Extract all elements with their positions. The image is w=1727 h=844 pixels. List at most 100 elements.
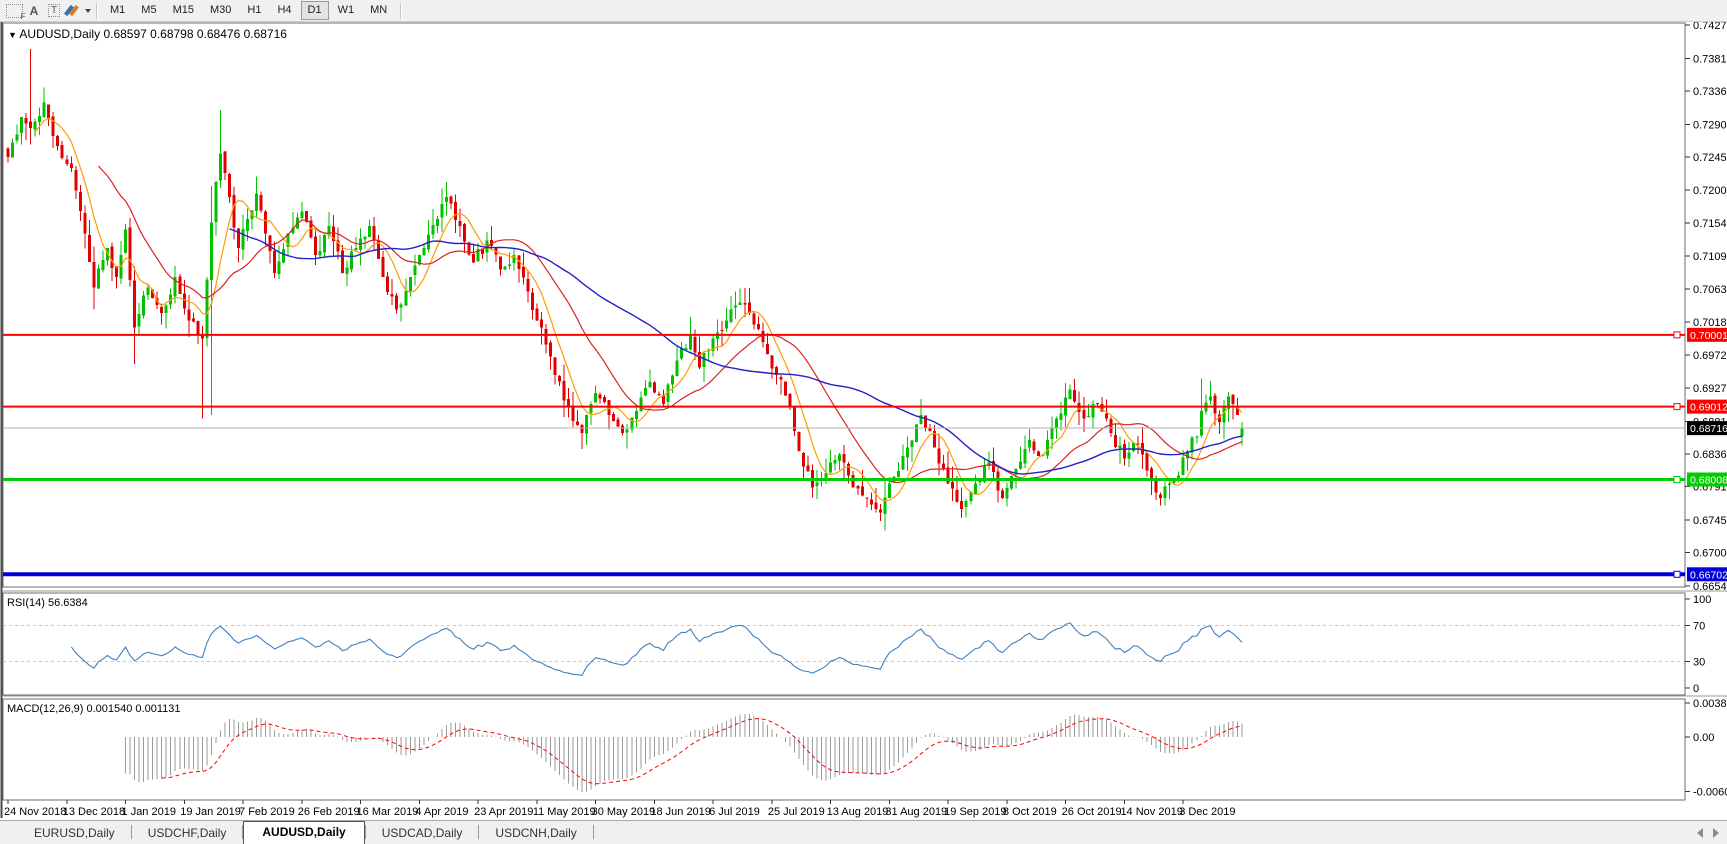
candle-body <box>1199 411 1203 436</box>
date-tick-label: 25 Jul 2019 <box>768 806 825 818</box>
candle-body <box>11 142 15 158</box>
candle-body <box>128 227 132 280</box>
candle-body <box>670 375 674 385</box>
scroll-left-icon[interactable] <box>1697 828 1703 838</box>
tab-usdcnh[interactable]: USDCNH,Daily <box>479 823 592 844</box>
candle-body <box>503 266 507 270</box>
candle-body <box>847 464 851 476</box>
hline-handle[interactable] <box>1673 475 1681 483</box>
candle-body <box>92 261 96 288</box>
macd-axis[interactable]: 0.003804 0.00 -0.006087 <box>1685 698 1727 798</box>
candle-body <box>463 223 467 242</box>
date-tick-label: 19 Jan 2019 <box>180 806 241 818</box>
candle-body <box>657 394 661 396</box>
chart-svg[interactable]: 0.74270 0.73810 0.73360 0.72900 0.72450 0.720… <box>0 22 1727 820</box>
candle-body <box>829 462 833 473</box>
candle-body <box>313 236 317 256</box>
candle-body <box>616 419 620 427</box>
candle-body <box>792 407 796 431</box>
date-axis[interactable]: 24 Nov 201813 Dec 20181 Jan 2019 19 Jan 2… <box>4 800 1235 818</box>
panel-frames <box>0 22 1727 818</box>
letter-t-icon: T <box>47 4 61 17</box>
candle-body <box>56 135 60 147</box>
candle-body <box>1009 475 1013 489</box>
candle-body <box>779 376 783 380</box>
candle-body <box>960 501 964 510</box>
timeframe-button-w1[interactable]: W1 <box>331 1 362 20</box>
hline-handle[interactable] <box>1673 331 1681 339</box>
candle-body <box>783 381 787 396</box>
timeframe-button-h4[interactable]: H4 <box>270 1 298 20</box>
price-badge: 0.68008 <box>1687 472 1727 487</box>
tab-scroll-arrows <box>1697 828 1719 838</box>
candle-body <box>431 224 435 235</box>
macd-tick-label: -0.006087 <box>1693 786 1727 798</box>
candle-body <box>969 492 973 502</box>
date-tick-label: 11 May 2019 <box>533 806 596 818</box>
candle-body <box>15 134 19 141</box>
scroll-right-icon[interactable] <box>1713 828 1719 838</box>
timeframe-button-m15[interactable]: M15 <box>166 1 201 20</box>
candle-body <box>1118 445 1122 449</box>
candle-body <box>1023 448 1027 464</box>
drawing-colors-tool[interactable] <box>64 2 91 20</box>
candle-body <box>499 256 503 270</box>
candle-body <box>580 424 584 433</box>
timeframe-button-mn[interactable]: MN <box>363 1 394 20</box>
candle-body <box>856 485 860 489</box>
timeframe-button-h1[interactable]: H1 <box>240 1 268 20</box>
text-label-tool[interactable]: A <box>24 2 44 20</box>
tab-audusd[interactable]: AUDUSD,Daily <box>243 821 365 844</box>
candle-body <box>1231 394 1235 404</box>
candle-body <box>878 509 882 513</box>
candle-body <box>47 104 51 119</box>
hline-handle[interactable] <box>1673 403 1681 411</box>
hline-handle[interactable] <box>1673 570 1681 578</box>
tab-usdcad[interactable]: USDCAD,Daily <box>366 823 479 844</box>
candle-body <box>259 195 263 211</box>
timeframe-button-d1[interactable]: D1 <box>300 1 329 20</box>
candle-body <box>1028 440 1032 448</box>
text-box-tool[interactable]: T <box>44 2 64 20</box>
symbol-label[interactable]: ▼ AUDUSD,Daily 0.68597 0.68798 0.68476 0… <box>8 27 287 41</box>
candle-body <box>571 405 575 421</box>
timeframe-button-m30[interactable]: M30 <box>203 1 238 20</box>
tab-eurusd[interactable]: EURUSD,Daily <box>18 823 131 844</box>
svg-text:▼ AUDUSD,Daily 0.68597 0.6879: ▼ AUDUSD,Daily 0.68597 0.68798 0.68476 0… <box>8 27 287 41</box>
candle-body <box>137 314 141 327</box>
candle-body <box>368 226 372 237</box>
date-tick-label: 13 Aug 2019 <box>827 806 889 818</box>
candle-body <box>178 276 182 294</box>
candle-body <box>1104 413 1108 419</box>
letter-a-icon: A <box>29 3 39 18</box>
candle-body <box>910 440 914 447</box>
candle-body <box>598 394 602 399</box>
candle-body <box>725 320 729 329</box>
candle-body <box>585 414 589 434</box>
tab-usdchf[interactable]: USDCHF,Daily <box>132 823 243 844</box>
candle-body <box>110 246 114 269</box>
candle-body <box>1136 443 1140 445</box>
svg-text:0.69012: 0.69012 <box>1690 402 1727 414</box>
timeframe-button-m5[interactable]: M5 <box>134 1 163 20</box>
timeframe-button-m1[interactable]: M1 <box>103 1 132 20</box>
candle-body <box>693 336 697 353</box>
candle-body <box>734 305 738 308</box>
candle-body <box>535 308 539 321</box>
fibonacci-grid-icon[interactable]: F <box>4 2 26 21</box>
candle-body <box>74 169 78 191</box>
candle-body <box>937 448 941 464</box>
price-badge: 0.68716 <box>1687 421 1727 436</box>
candle-body <box>1208 396 1212 401</box>
price-axis[interactable]: 0.74270 0.73810 0.73360 0.72900 0.72450 0.720… <box>1685 22 1727 593</box>
candle-body <box>182 293 186 309</box>
candle-body <box>422 247 426 256</box>
candle-body <box>142 295 146 316</box>
candle-body <box>345 267 349 275</box>
candle-body <box>887 483 891 498</box>
date-tick-label: 31 Aug 2019 <box>885 806 947 818</box>
candle-body <box>87 235 91 262</box>
candle-body <box>20 117 24 134</box>
candle-body <box>232 195 236 228</box>
chevron-down-icon <box>85 8 91 13</box>
